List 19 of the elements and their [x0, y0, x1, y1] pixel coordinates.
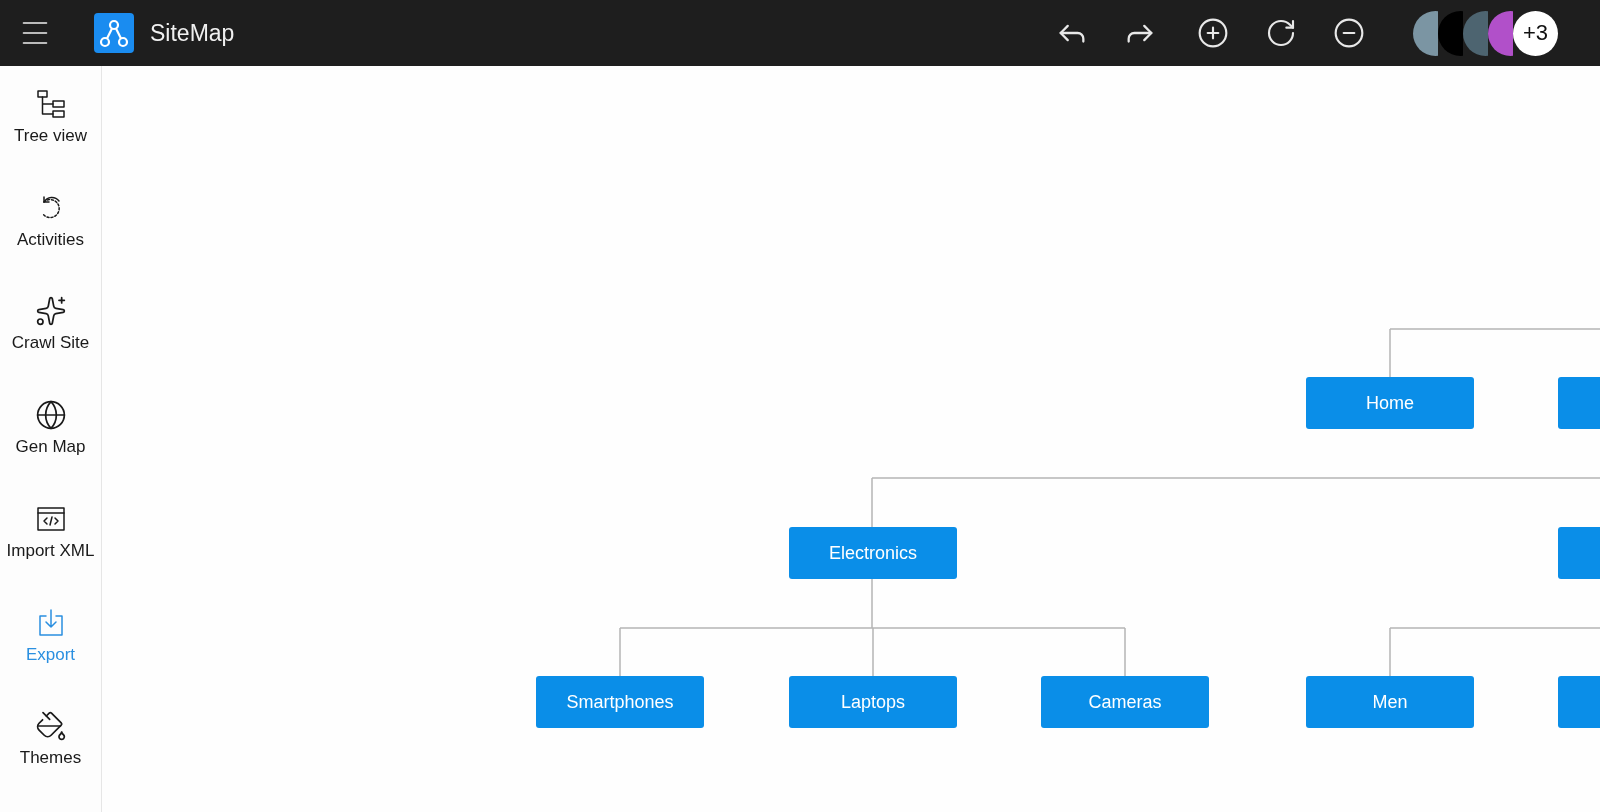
user-avatar[interactable]: [1463, 10, 1488, 56]
sidebar-item[interactable]: Crawl Site: [0, 293, 101, 398]
app-title: SiteMap: [150, 19, 235, 47]
zoom-out-button[interactable]: [1333, 17, 1365, 49]
paint-bucket-icon: [34, 710, 67, 743]
sidebar-item[interactable]: Tree view: [0, 86, 101, 190]
sidebar-item[interactable]: Themes: [0, 708, 101, 812]
user-avatar[interactable]: [1488, 10, 1513, 56]
sidebar-item[interactable]: Gen Map: [0, 397, 101, 501]
sidebar-item[interactable]: Activities: [0, 189, 101, 294]
tree-icon: [34, 88, 67, 120]
globe-icon: [34, 399, 67, 432]
user-avatar[interactable]: [1413, 10, 1438, 56]
refresh-button[interactable]: [1265, 17, 1297, 49]
more-users-badge[interactable]: +3: [1513, 10, 1558, 56]
app-logo: [94, 13, 134, 53]
sparkles-icon: [34, 295, 67, 328]
sidebar-item[interactable]: Import XML: [0, 500, 101, 605]
zoom-in-button[interactable]: [1197, 17, 1229, 49]
